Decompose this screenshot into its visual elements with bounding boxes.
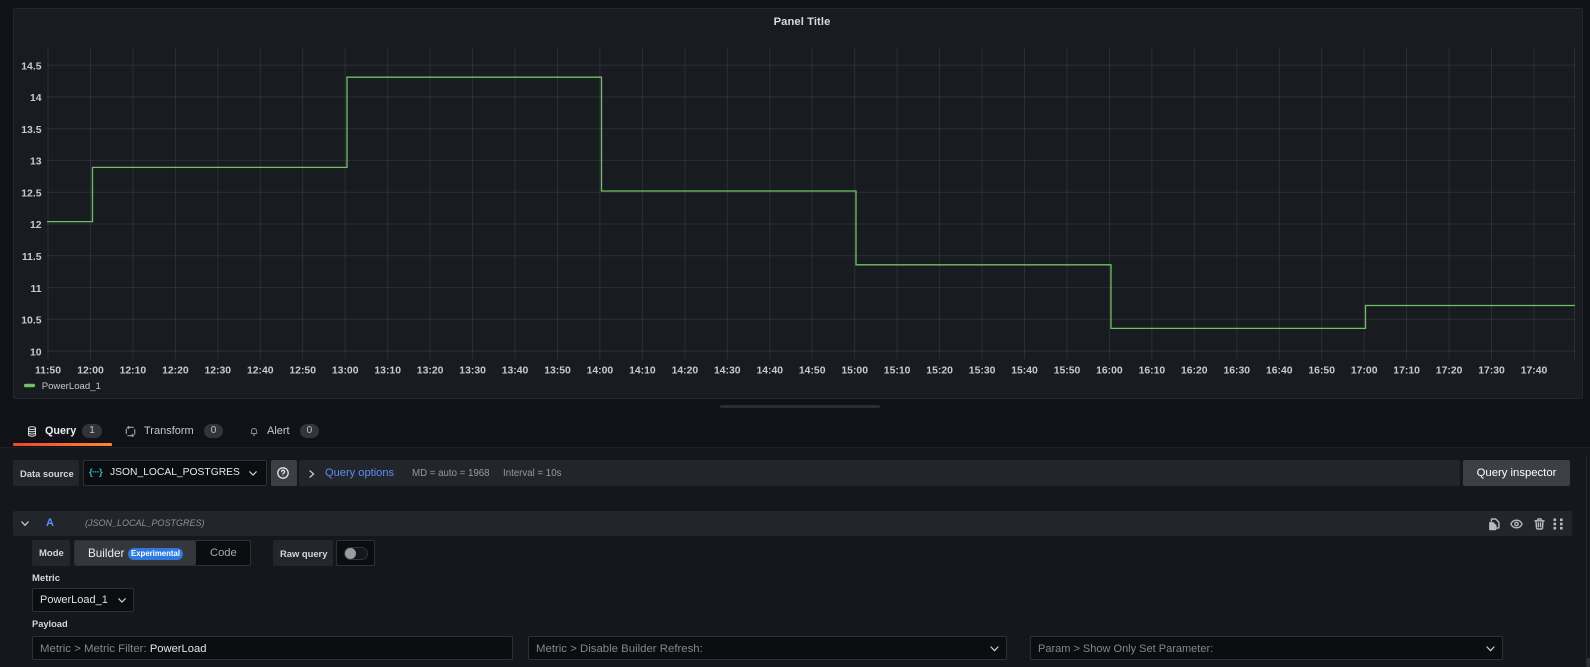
svg-text:12:30: 12:30 [205, 366, 232, 377]
svg-text:17:30: 17:30 [1478, 366, 1505, 377]
svg-text:16:00: 16:00 [1096, 366, 1123, 377]
svg-text:16:50: 16:50 [1308, 366, 1335, 377]
svg-text:12:00: 12:00 [77, 366, 104, 377]
svg-text:13.5: 13.5 [21, 125, 41, 136]
svg-text:13:50: 13:50 [544, 366, 571, 377]
svg-text:11.5: 11.5 [22, 252, 42, 263]
svg-text:16:10: 16:10 [1139, 366, 1166, 377]
svg-text:16:20: 16:20 [1181, 366, 1208, 377]
svg-text:17:40: 17:40 [1521, 366, 1548, 377]
svg-text:14:10: 14:10 [629, 366, 656, 377]
svg-text:15:10: 15:10 [884, 366, 911, 377]
svg-text:17:00: 17:00 [1351, 366, 1378, 377]
svg-text:15:00: 15:00 [841, 366, 868, 377]
svg-text:15:30: 15:30 [969, 366, 996, 377]
svg-text:13:20: 13:20 [417, 366, 444, 377]
svg-text:14: 14 [30, 93, 42, 104]
svg-text:17:20: 17:20 [1436, 366, 1463, 377]
svg-text:13:30: 13:30 [459, 366, 486, 377]
svg-text:PowerLoad_1: PowerLoad_1 [42, 381, 101, 392]
svg-text:13:10: 13:10 [374, 366, 401, 377]
svg-text:14:50: 14:50 [799, 366, 826, 377]
svg-text:11: 11 [31, 284, 42, 295]
svg-text:12:40: 12:40 [247, 366, 274, 377]
svg-text:14.5: 14.5 [21, 61, 41, 72]
svg-text:14:30: 14:30 [714, 366, 741, 377]
svg-text:15:40: 15:40 [1011, 366, 1038, 377]
svg-text:17:10: 17:10 [1393, 366, 1420, 377]
svg-text:10.5: 10.5 [21, 316, 41, 327]
svg-text:14:40: 14:40 [757, 366, 784, 377]
svg-text:14:00: 14:00 [587, 366, 614, 377]
svg-text:13: 13 [30, 157, 42, 168]
svg-text:12.5: 12.5 [21, 188, 41, 199]
svg-text:15:50: 15:50 [1054, 366, 1081, 377]
svg-text:15:20: 15:20 [926, 366, 953, 377]
svg-text:12: 12 [30, 220, 42, 231]
svg-text:12:50: 12:50 [289, 366, 316, 377]
svg-text:13:00: 13:00 [332, 366, 359, 377]
svg-text:14:20: 14:20 [672, 366, 699, 377]
svg-text:16:30: 16:30 [1224, 366, 1251, 377]
svg-text:11:50: 11:50 [35, 366, 61, 377]
svg-text:13:40: 13:40 [502, 366, 529, 377]
svg-text:12:20: 12:20 [162, 366, 189, 377]
svg-text:16:40: 16:40 [1266, 366, 1293, 377]
svg-text:12:10: 12:10 [120, 366, 147, 377]
svg-text:10: 10 [30, 347, 42, 358]
